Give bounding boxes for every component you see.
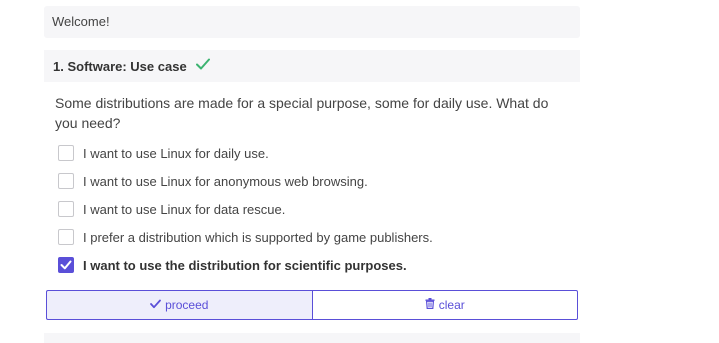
option-label: I want to use Linux for data rescue. [83,201,286,217]
checkmark-icon [196,49,211,83]
question-text: Some distributions are made for a specia… [55,95,549,131]
checkbox[interactable] [58,145,74,161]
question-header[interactable]: 1. Software: Use case [44,50,580,82]
next-section-bar [44,333,580,343]
welcome-text: Welcome! [52,14,110,29]
option-data-rescue[interactable]: I want to use Linux for data rescue. [58,200,285,218]
clear-label: clear [438,298,465,312]
option-anonymous-browsing[interactable]: I want to use Linux for anonymous web br… [58,172,368,190]
option-scientific[interactable]: I want to use the distribution for scien… [58,256,407,274]
checkbox[interactable] [58,173,74,189]
option-label: I want to use the distribution for scien… [83,257,407,273]
welcome-bar: Welcome! [44,6,580,38]
trash-icon [425,298,435,312]
checkmark-icon [60,260,72,270]
option-label: I want to use Linux for anonymous web br… [83,173,368,189]
question-title: 1. Software: Use case [53,59,187,74]
proceed-button[interactable]: proceed [46,290,312,320]
proceed-label: proceed [165,298,209,312]
option-label: I prefer a distribution which is support… [83,229,433,245]
question-body: Some distributions are made for a specia… [44,82,580,288]
checkmark-icon [150,298,161,312]
action-buttons: proceed clear [46,290,578,320]
option-label: I want to use Linux for daily use. [83,145,269,161]
option-daily-use[interactable]: I want to use Linux for daily use. [58,144,269,162]
checkbox[interactable] [58,201,74,217]
checkbox[interactable] [58,229,74,245]
clear-button[interactable]: clear [311,290,578,320]
checkbox-checked[interactable] [58,257,74,273]
option-game-publishers[interactable]: I prefer a distribution which is support… [58,228,433,246]
